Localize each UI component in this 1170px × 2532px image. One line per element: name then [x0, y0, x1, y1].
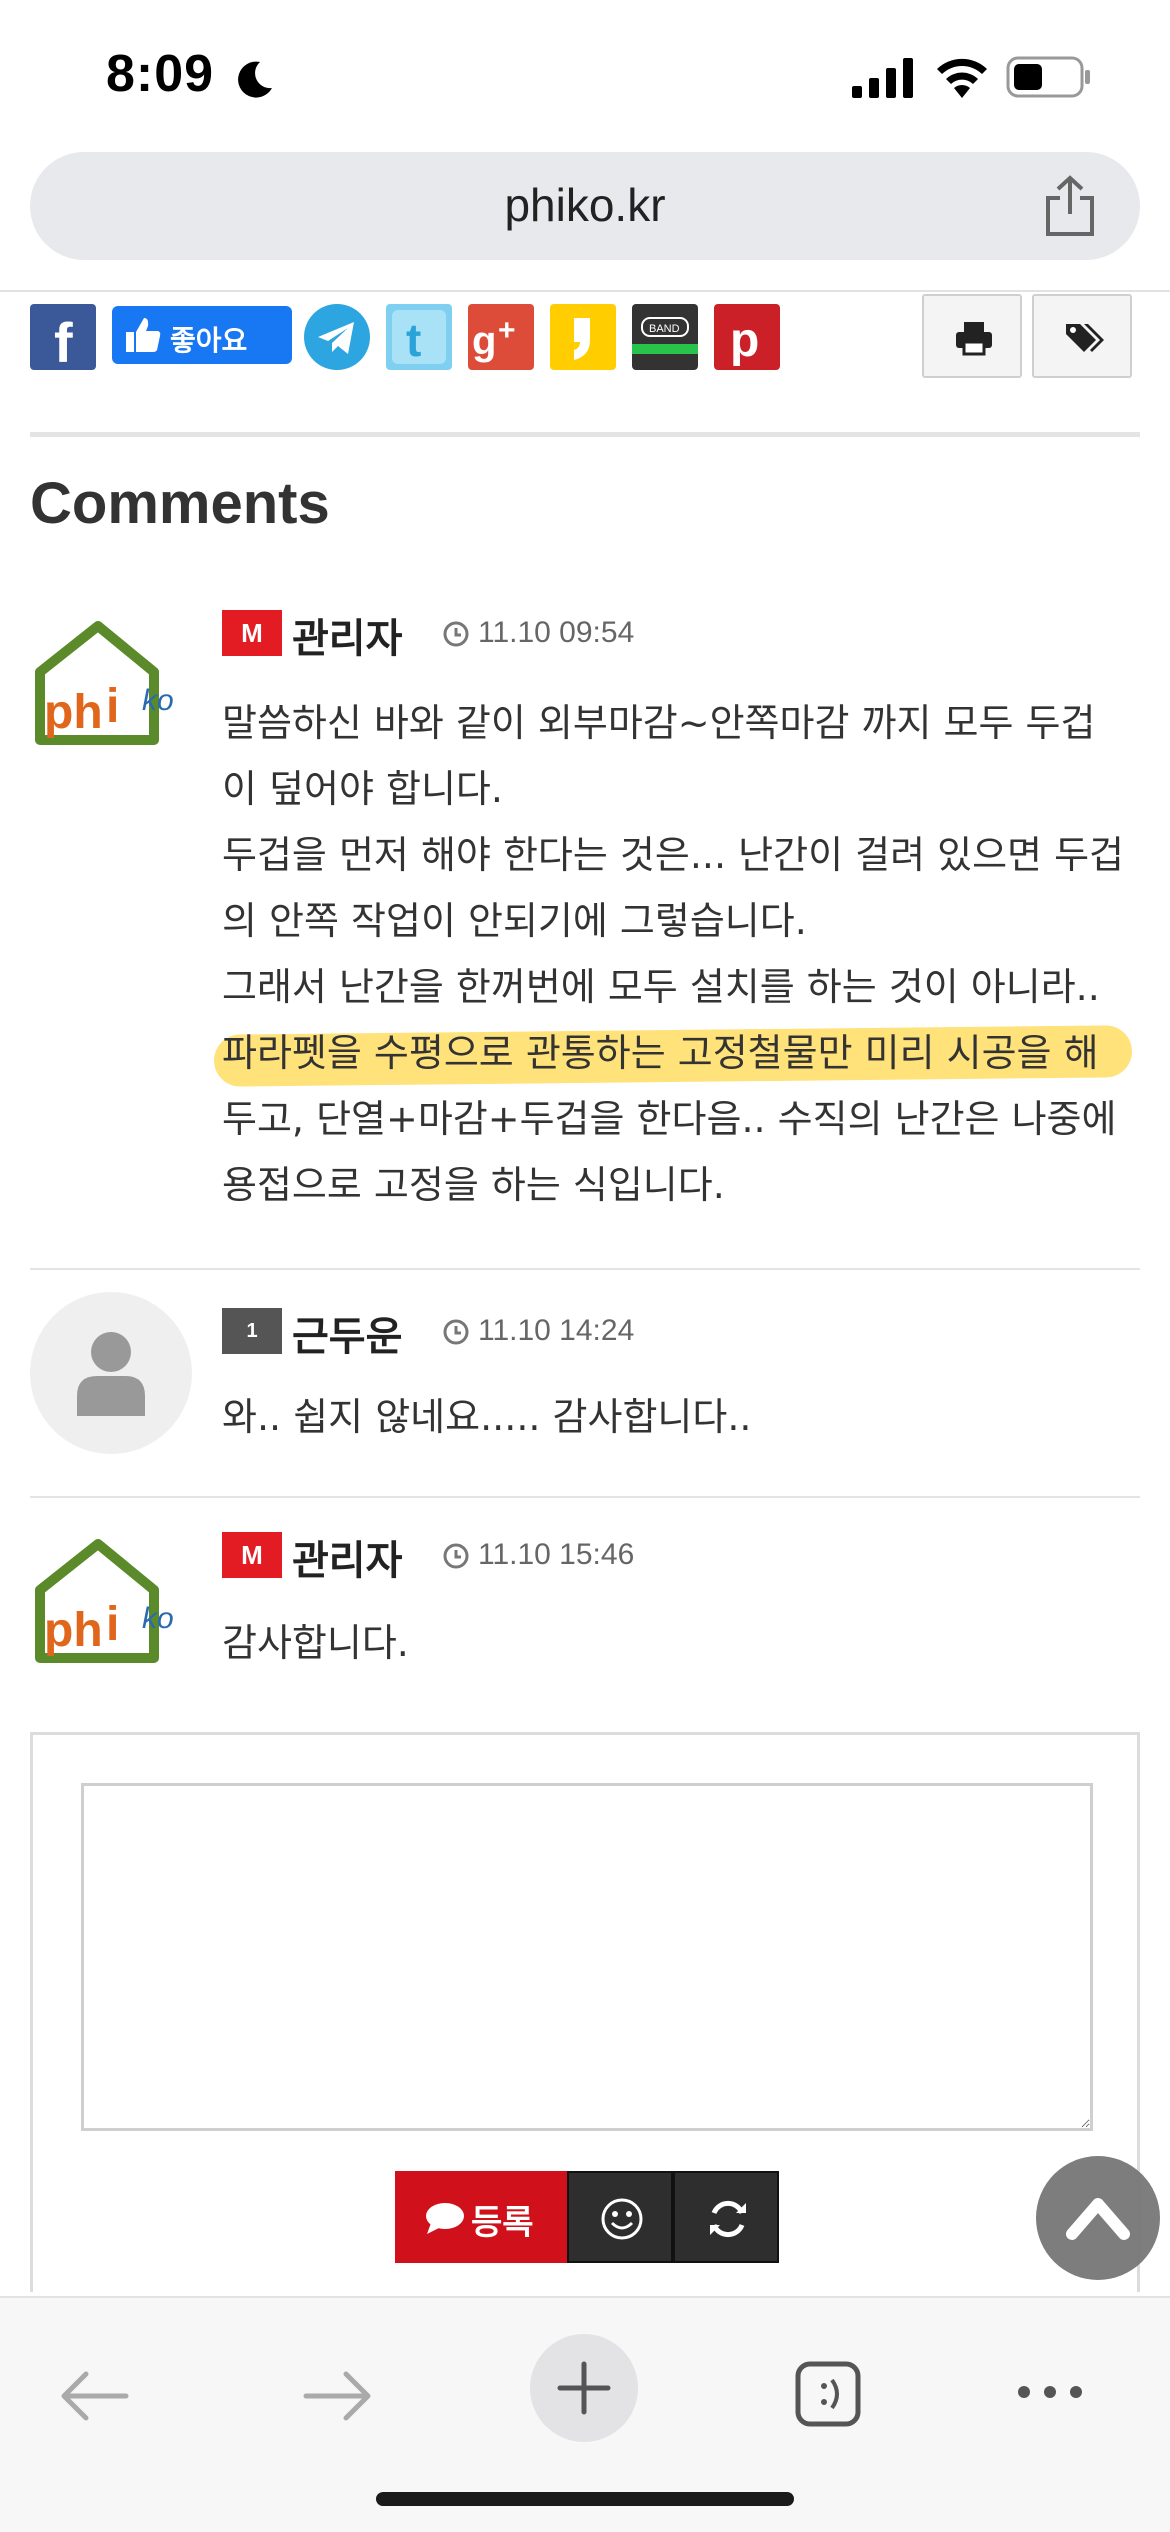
member-level-badge: 1 — [222, 1308, 282, 1354]
print-icon — [956, 322, 992, 356]
submit-label: 등록 — [471, 2203, 534, 2243]
comment-line: 그래서 난간을 한꺼번에 모두 설치를 하는 것이 아니라.. — [222, 965, 1100, 1009]
section-divider — [30, 432, 1140, 437]
tabs-icon[interactable] — [792, 2358, 864, 2430]
svg-text:t: t — [406, 314, 421, 366]
battery-icon — [1006, 56, 1090, 98]
comment-body: 와.. 쉽지 않네요..... 감사합니다.. — [222, 1384, 1142, 1450]
refresh-icon — [710, 2200, 746, 2238]
status-bar: 8:09 — [0, 0, 1170, 150]
highlighted-comment-line: 파라펫을 수평으로 관통하는 고정철물만 미리 시공을 해 — [213, 1020, 1142, 1087]
comment-line: 와.. 쉽지 않네요..... 감사합니다.. — [222, 1395, 752, 1439]
svg-text:g: g — [472, 319, 496, 363]
comment-form: 등록 — [30, 1732, 1140, 2292]
forward-arrow-icon[interactable] — [302, 2368, 374, 2424]
facebook-like-button[interactable]: 좋아요 — [112, 306, 292, 364]
kakaostory-icon[interactable] — [550, 304, 616, 370]
comment-divider — [30, 1268, 1140, 1270]
comment-textarea[interactable] — [81, 1783, 1093, 2131]
refresh-captcha-button[interactable] — [673, 2171, 779, 2263]
home-indicator[interactable] — [376, 2492, 794, 2506]
submit-comment-button[interactable]: 등록 — [395, 2171, 567, 2263]
comment-time: 11.10 15:46 — [478, 1538, 635, 1571]
comment-line: 의 안쪽 작업이 안되기에 그렇습니다. — [222, 899, 807, 943]
svg-text:i: i — [106, 680, 119, 733]
wifi-icon — [937, 58, 987, 98]
moon-icon — [238, 61, 272, 98]
tags-button[interactable] — [1032, 294, 1132, 378]
comment-line: 두고, 단열+마감+두겁을 한다음.. 수직의 난간은 나중에 — [222, 1097, 1117, 1141]
comment-body: 말씀하신 바와 같이 외부마감~안쪽마감 까지 모두 두겁 이 덮어야 합니다.… — [213, 690, 1142, 1218]
divider — [0, 290, 1170, 292]
facebook-icon[interactable]: f — [30, 304, 96, 370]
comment-time: 11.10 14:24 — [478, 1314, 635, 1347]
more-options-icon[interactable] — [1014, 2378, 1086, 2406]
svg-text:ph: ph — [44, 1604, 103, 1657]
address-bar[interactable]: phiko.kr — [30, 152, 1140, 260]
svg-text:ph: ph — [44, 686, 103, 739]
google-plus-icon[interactable]: g + — [468, 304, 534, 370]
scroll-to-top-button[interactable] — [1036, 2156, 1160, 2280]
user-icon — [77, 1332, 145, 1416]
band-label: BAND — [649, 323, 680, 335]
comment-line: 두겁을 먼저 해야 한다는 것은... 난간이 걸려 있으면 두겁 — [222, 833, 1124, 877]
like-label: 좋아요 — [170, 324, 248, 357]
share-icon[interactable] — [1040, 174, 1100, 238]
phiko-logo-avatar: ph i ko — [35, 621, 174, 745]
chevron-up-icon — [1066, 2198, 1130, 2240]
svg-text:ko: ko — [142, 684, 174, 717]
clock-icon — [443, 1543, 469, 1569]
print-button[interactable] — [922, 294, 1022, 378]
new-tab-button[interactable] — [530, 2334, 638, 2442]
svg-text:f: f — [54, 311, 73, 370]
comment-divider — [30, 1496, 1140, 1498]
comment-bubble-icon — [426, 2203, 464, 2234]
clock-icon — [443, 621, 469, 647]
comments-heading: Comments — [30, 471, 330, 536]
svg-text:i: i — [106, 1598, 119, 1651]
phiko-logo-avatar: ph i ko — [35, 1539, 174, 1663]
comment-line: 말씀하신 바와 같이 외부마감~안쪽마감 까지 모두 두겁 — [222, 701, 1096, 745]
telegram-icon[interactable] — [304, 304, 370, 370]
comment-line: 감사합니다. — [222, 1621, 409, 1665]
tags-icon — [1066, 324, 1104, 352]
admin-badge: M — [222, 1532, 282, 1578]
status-time: 8:09 — [106, 45, 215, 103]
pinterest-icon[interactable]: p — [714, 304, 780, 370]
default-avatar — [30, 1292, 192, 1454]
cellular-signal-icon — [852, 58, 913, 98]
svg-text:p: p — [730, 314, 759, 367]
svg-text:ko: ko — [142, 1602, 174, 1635]
smiley-icon — [601, 2198, 643, 2240]
comment-body: 감사합니다. — [222, 1610, 1142, 1676]
emoji-button[interactable] — [567, 2171, 673, 2263]
comment-time: 11.10 09:54 — [478, 616, 635, 649]
comment-author: 관리자 — [292, 616, 403, 662]
back-arrow-icon[interactable] — [58, 2368, 130, 2424]
url-text[interactable]: phiko.kr — [30, 178, 1140, 232]
admin-badge: M — [222, 610, 282, 656]
band-icon[interactable]: BAND — [632, 304, 698, 370]
comment-line: 용접으로 고정을 하는 식입니다. — [222, 1163, 725, 1207]
plus-icon — [557, 2361, 611, 2415]
thumbs-up-icon — [126, 318, 161, 352]
comment-author: 관리자 — [292, 1538, 403, 1584]
twitter-icon[interactable]: t — [386, 304, 452, 370]
clock-icon — [443, 1319, 469, 1345]
svg-text:+: + — [498, 314, 516, 347]
comment-line: 이 덮어야 합니다. — [222, 767, 503, 811]
comment-author: 근두운 — [292, 1314, 403, 1360]
